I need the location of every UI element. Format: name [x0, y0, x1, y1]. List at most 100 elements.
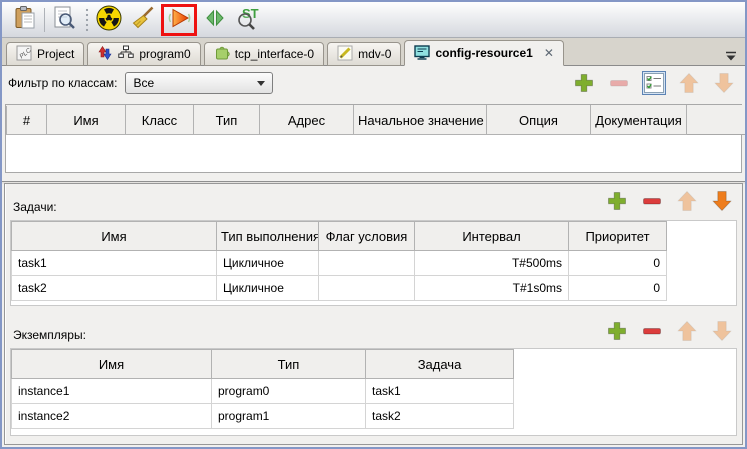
table-row: instance1program0task1 — [12, 379, 514, 404]
move-up-button[interactable] — [677, 71, 701, 95]
table-cell[interactable]: program1 — [212, 404, 366, 429]
spacer — [5, 306, 742, 316]
tab-program0[interactable]: program0 — [87, 42, 200, 66]
document-tabbar: PLC Project — [2, 38, 745, 66]
move-down-button[interactable] — [712, 71, 736, 95]
tab-label: Project — [37, 47, 74, 61]
tasks-table: ИмяТип выполненияФлаг условияИнтервалПри… — [10, 220, 737, 306]
variables-grid: #ИмяКлассТипАдресНачальное значениеОпция… — [5, 104, 742, 173]
delete-task-button[interactable] — [640, 189, 664, 213]
toolbar-separator — [44, 8, 45, 32]
arrow-up-icon — [678, 72, 700, 94]
fit-button[interactable] — [198, 5, 232, 35]
clipboard-paste-icon — [12, 5, 38, 34]
resource-monitor-icon — [414, 44, 430, 63]
delete-instance-button[interactable] — [640, 319, 664, 343]
table-cell[interactable]: Цикличное — [217, 276, 319, 301]
filter-row: Фильтр по классам: Все — [2, 66, 745, 100]
table-cell[interactable]: program0 — [212, 379, 366, 404]
tab-label: config-resource1 — [435, 46, 532, 60]
tasks-section-header: Задачи: — [5, 184, 742, 218]
filter-label: Фильтр по классам: — [8, 76, 117, 90]
tab-project[interactable]: PLC Project — [6, 42, 84, 66]
table-row: instance2program1task2 — [12, 404, 514, 429]
column-header: Класс — [126, 106, 194, 135]
run-button[interactable] — [165, 8, 193, 32]
header-filler — [687, 106, 747, 135]
plugin-puzzle-icon — [214, 45, 230, 64]
build-button[interactable] — [92, 5, 126, 35]
instances-table: ИмяТипЗадачаinstance1program0task1instan… — [10, 348, 737, 436]
tab-tcp-interface-0[interactable]: tcp_interface-0 — [204, 42, 324, 66]
minus-icon — [641, 320, 663, 342]
move-task-up-button[interactable] — [675, 189, 699, 213]
tab-close-icon[interactable]: ✕ — [544, 46, 554, 60]
table-cell[interactable]: task2 — [12, 276, 217, 301]
table-cell[interactable] — [319, 276, 415, 301]
main-toolbar: ST — [2, 2, 745, 38]
tab-mdv-0[interactable]: mdv-0 — [327, 42, 401, 66]
tab-config-resource1[interactable]: config-resource1 ✕ — [404, 40, 563, 66]
preview-magnifier-icon — [51, 5, 77, 34]
class-filter-combobox[interactable]: Все — [125, 72, 273, 94]
table-cell[interactable]: instance2 — [12, 404, 212, 429]
arrow-up-icon — [676, 320, 698, 342]
table-cell[interactable]: 0 — [569, 251, 667, 276]
table-cell[interactable]: task2 — [366, 404, 514, 429]
table-cell[interactable]: T#1s0ms — [415, 276, 569, 301]
minus-icon — [608, 72, 630, 94]
tasks-instances-panel: Задачи: ИмяТип выполненияФлаг — [4, 183, 743, 445]
paste-button[interactable] — [8, 5, 42, 35]
config-resource-editor: Фильтр по классам: Все — [2, 66, 745, 447]
clean-button[interactable] — [126, 5, 160, 35]
preview-button[interactable] — [47, 5, 81, 35]
plus-icon — [573, 72, 595, 94]
table-cell[interactable]: instance1 — [12, 379, 212, 404]
plc-stamp-icon: PLC — [16, 45, 32, 64]
clean-broom-icon — [130, 5, 156, 34]
move-task-down-button[interactable] — [710, 189, 734, 213]
st-view-button[interactable]: ST — [232, 5, 266, 35]
table-cell[interactable]: task1 — [366, 379, 514, 404]
variables-grid-header: #ИмяКлассТипАдресНачальное значениеОпция… — [6, 105, 741, 135]
add-task-button[interactable] — [605, 189, 629, 213]
toolbar-drag-grip[interactable] — [83, 8, 90, 32]
column-header: Тип — [212, 350, 366, 379]
spacer — [2, 173, 745, 181]
st-view-icon: ST — [235, 5, 263, 34]
variables-grid-body[interactable] — [6, 135, 741, 172]
tab-list-dropdown-icon[interactable] — [725, 48, 737, 66]
table-cell[interactable]: T#500ms — [415, 251, 569, 276]
delete-variable-button[interactable] — [607, 71, 631, 95]
modifier-pencil-icon — [337, 45, 353, 64]
column-header: Опция — [487, 106, 591, 135]
table-cell[interactable]: 0 — [569, 276, 667, 301]
tab-label: mdv-0 — [358, 47, 391, 61]
minus-icon — [641, 190, 663, 212]
add-instance-button[interactable] — [605, 319, 629, 343]
add-variable-button[interactable] — [572, 71, 596, 95]
tasks-toolbar — [605, 189, 734, 213]
combobox-value: Все — [133, 76, 154, 90]
table-cell[interactable]: task1 — [12, 251, 217, 276]
move-instance-down-button[interactable] — [710, 319, 734, 343]
arrow-down-icon — [711, 320, 733, 342]
column-header: Задача — [366, 350, 514, 379]
table-cell[interactable] — [319, 251, 415, 276]
column-header: Интервал — [415, 222, 569, 251]
program-tree-icon — [118, 45, 134, 64]
column-header: Тип — [194, 106, 260, 135]
arrow-up-icon — [676, 190, 698, 212]
table-row: task2Цикличное T#1s0ms0 — [12, 276, 667, 301]
table-cell[interactable]: Цикличное — [217, 251, 319, 276]
checklist-icon — [643, 72, 665, 94]
fit-arrows-icon — [202, 5, 228, 34]
edit-columns-button[interactable] — [642, 71, 666, 95]
tab-label: program0 — [139, 47, 190, 61]
column-header: Имя — [47, 106, 126, 135]
column-header: # — [7, 106, 47, 135]
move-instance-up-button[interactable] — [675, 319, 699, 343]
tab-label: tcp_interface-0 — [235, 47, 314, 61]
arrow-down-icon — [711, 190, 733, 212]
build-radiation-icon — [95, 4, 123, 35]
